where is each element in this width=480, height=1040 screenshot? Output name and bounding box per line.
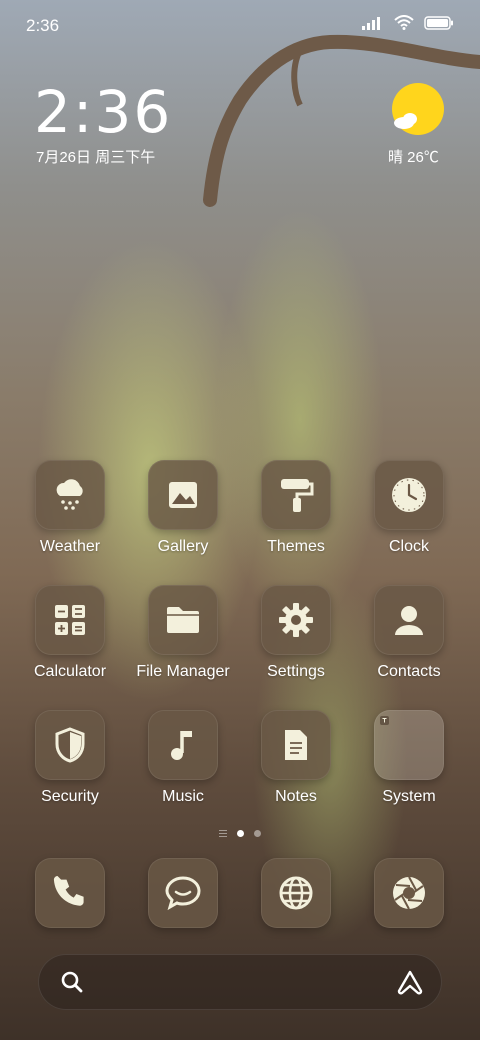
folder-icon	[148, 585, 218, 655]
assistant-icon[interactable]	[396, 969, 424, 995]
app-label: Security	[41, 788, 99, 805]
app-label: Clock	[388, 538, 429, 555]
battery-icon	[424, 15, 453, 30]
gallery-image-icon	[148, 460, 218, 530]
clock-widget-time[interactable]: 2:36	[34, 78, 172, 146]
page-indicator[interactable]	[0, 830, 480, 837]
status-icons	[362, 15, 454, 30]
app-label: Themes	[267, 538, 325, 555]
status-time: 2:36	[26, 16, 60, 35]
signal-icon	[362, 16, 380, 30]
page-indicator-list-icon[interactable]	[219, 830, 227, 837]
clock-icon	[374, 460, 444, 530]
app-label: Calculator	[33, 663, 107, 680]
app-gallery[interactable]: Gallery	[127, 460, 239, 556]
dock-messages[interactable]	[127, 858, 239, 928]
dock-camera[interactable]	[353, 858, 465, 928]
app-system-folder[interactable]: System	[353, 710, 465, 806]
phone-icon	[35, 858, 105, 928]
page-dot-active[interactable]	[237, 830, 244, 837]
app-weather[interactable]: Weather	[14, 460, 126, 556]
app-contacts[interactable]: Contacts	[353, 585, 465, 681]
folder-system-icon	[374, 710, 444, 780]
search-bar[interactable]	[38, 954, 442, 1010]
app-label: Settings	[267, 663, 325, 680]
status-bar: 2:36	[0, 0, 480, 50]
app-label: File Manager	[136, 663, 230, 680]
wifi-icon	[394, 15, 414, 30]
weather-widget-text: 晴 26℃	[388, 149, 439, 166]
app-label: Contacts	[377, 663, 441, 680]
app-label: Music	[162, 788, 204, 805]
app-calculator[interactable]: Calculator	[14, 585, 126, 681]
app-settings[interactable]: Settings	[240, 585, 352, 681]
app-security[interactable]: Security	[14, 710, 126, 806]
dock-phone[interactable]	[14, 858, 126, 928]
app-themes[interactable]: Themes	[240, 460, 352, 556]
app-label: Weather	[39, 538, 101, 555]
app-file-manager[interactable]: File Manager	[127, 585, 239, 681]
dock-browser[interactable]	[240, 858, 352, 928]
app-label: System	[382, 788, 436, 805]
paint-roller-icon	[261, 460, 331, 530]
app-music[interactable]: Music	[127, 710, 239, 806]
app-label: Notes	[275, 788, 317, 805]
page-dot[interactable]	[254, 830, 261, 837]
app-clock[interactable]: Clock	[353, 460, 465, 556]
sunny-partly-cloudy-icon[interactable]	[392, 83, 444, 135]
note-icon	[261, 710, 331, 780]
weather-cloud-icon	[35, 460, 105, 530]
message-icon	[148, 858, 218, 928]
aperture-icon	[374, 858, 444, 928]
gear-icon	[261, 585, 331, 655]
search-icon[interactable]	[60, 970, 84, 994]
clock-widget-date: 7月26日 周三下午	[36, 149, 156, 166]
calculator-icon	[35, 585, 105, 655]
app-notes[interactable]: Notes	[240, 710, 352, 806]
shield-icon	[35, 710, 105, 780]
person-icon	[374, 585, 444, 655]
globe-icon	[261, 858, 331, 928]
app-label: Gallery	[157, 538, 209, 555]
music-note-icon	[148, 710, 218, 780]
